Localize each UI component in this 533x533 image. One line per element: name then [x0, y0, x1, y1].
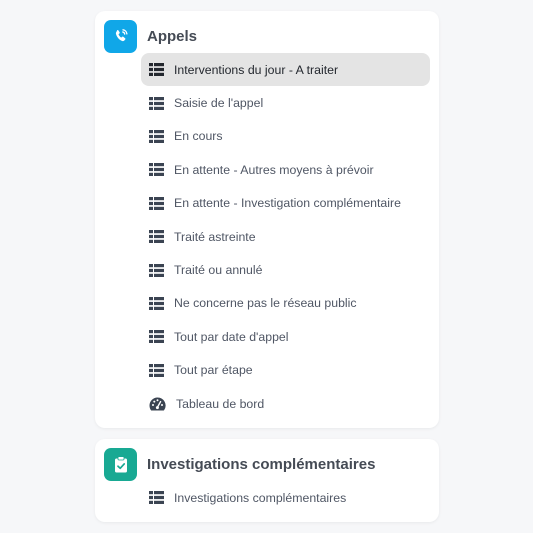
table-list-icon — [149, 296, 164, 310]
table-list-icon — [149, 363, 164, 377]
menu-item-en-attente-investigation[interactable]: En attente - Investigation complémentair… — [141, 187, 430, 220]
menu-item-label: Interventions du jour - A traiter — [174, 62, 339, 77]
phone-icon — [104, 19, 137, 53]
table-list-icon — [149, 491, 164, 505]
menu-item-saisie-appel[interactable]: Saisie de l'appel — [141, 86, 430, 119]
investigations-header[interactable]: Investigations complémentaires — [104, 447, 376, 481]
table-list-icon — [149, 196, 164, 210]
table-list-icon — [149, 129, 164, 143]
section-title: Appels — [147, 27, 198, 45]
investigations-section: Investigations complémentaires Investiga… — [95, 439, 439, 522]
menu-item-investigations-complementaires[interactable]: Investigations complémentaires — [141, 481, 430, 514]
investigations-menu: Investigations complémentaires — [141, 481, 430, 514]
menu-item-tout-par-date[interactable]: Tout par date d'appel — [141, 320, 430, 353]
table-list-icon — [149, 263, 164, 277]
menu-item-label: Tout par étape — [174, 363, 253, 378]
menu-item-en-attente-autres-moyens[interactable]: En attente - Autres moyens à prévoir — [141, 153, 430, 186]
menu-item-traite-ou-annule[interactable]: Traité ou annulé — [141, 253, 430, 286]
table-list-icon — [149, 96, 164, 110]
section-title: Investigations complémentaires — [147, 455, 376, 473]
menu-item-tout-par-etape[interactable]: Tout par étape — [141, 354, 430, 387]
menu-item-tableau-de-bord[interactable]: Tableau de bord — [141, 387, 430, 420]
menu-item-label: En attente - Investigation complémentair… — [174, 196, 401, 211]
menu-item-label: Investigations complémentaires — [174, 490, 347, 505]
menu-item-interventions-du-jour[interactable]: Interventions du jour - A traiter — [141, 53, 430, 87]
gauge-icon — [149, 397, 166, 411]
menu-item-label: Tout par date d'appel — [174, 329, 289, 344]
appels-menu: Interventions du jour - A traiter Saisie… — [141, 53, 430, 420]
menu-item-label: Tableau de bord — [176, 396, 265, 411]
clipboard-check-icon — [104, 447, 137, 481]
menu-item-label: Saisie de l'appel — [174, 96, 264, 111]
menu-item-label: En cours — [174, 129, 223, 144]
appels-header[interactable]: Appels — [104, 19, 198, 53]
table-list-icon — [149, 230, 164, 244]
appels-section: Appels Interventions du jour - A traiter… — [95, 11, 439, 428]
menu-item-label: En attente - Autres moyens à prévoir — [174, 162, 374, 177]
table-list-icon — [149, 63, 164, 77]
menu-item-en-cours[interactable]: En cours — [141, 120, 430, 153]
menu-item-label: Traité ou annulé — [174, 263, 263, 278]
table-list-icon — [149, 163, 164, 177]
menu-item-ne-concerne-pas[interactable]: Ne concerne pas le réseau public — [141, 287, 430, 320]
menu-item-traite-astreinte[interactable]: Traité astreinte — [141, 220, 430, 253]
menu-item-label: Traité astreinte — [174, 229, 256, 244]
table-list-icon — [149, 330, 164, 344]
menu-item-label: Ne concerne pas le réseau public — [174, 296, 357, 311]
